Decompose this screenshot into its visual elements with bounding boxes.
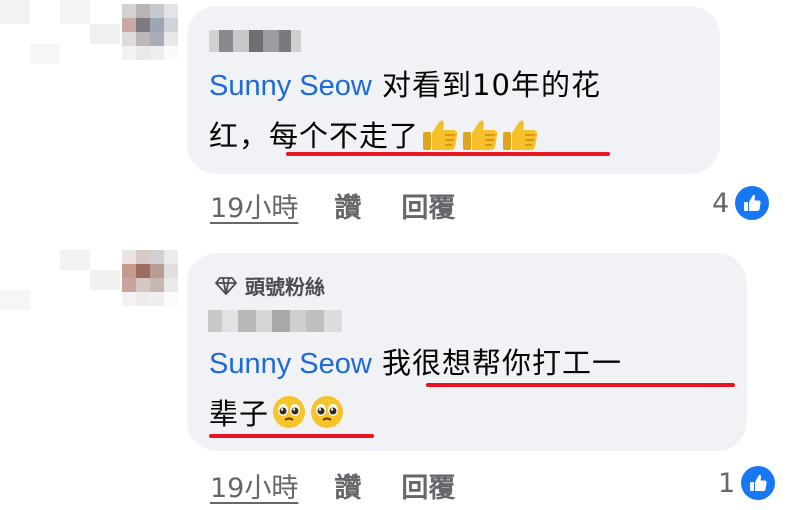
blurred-background <box>0 0 135 510</box>
timestamp-link[interactable]: 19小時 <box>210 466 298 505</box>
underlined-text: 每个不走了 <box>269 119 420 153</box>
red-underline <box>426 383 735 387</box>
comment-text: Sunny Seow 我很想帮你打工一 辈子 <box>209 338 739 445</box>
comment-text-line: 对看到10年的花 <box>371 68 601 102</box>
red-underline <box>286 152 610 156</box>
thumbs-up-emoji <box>461 117 499 167</box>
like-button[interactable]: 讚 <box>334 186 361 225</box>
thumbs-up-emoji <box>421 117 459 167</box>
reaction-summary[interactable]: 4 <box>712 186 770 220</box>
reply-button[interactable]: 回覆 <box>401 186 455 225</box>
reaction-count: 4 <box>712 187 730 219</box>
badge-label: 頭號粉絲 <box>245 275 325 299</box>
comment-text: Sunny Seow 对看到10年的花 红，每个不走了 <box>209 60 709 167</box>
like-button[interactable]: 讚 <box>334 466 361 505</box>
avatar[interactable] <box>122 4 178 60</box>
red-underline <box>209 434 374 438</box>
mention-link[interactable]: Sunny Seow <box>209 70 372 102</box>
underlined-text: 辈子 <box>209 397 270 431</box>
like-reaction-icon <box>741 466 776 500</box>
reply-button[interactable]: 回覆 <box>401 466 455 505</box>
thumbs-up-emoji <box>501 117 539 167</box>
blurred-author-name <box>208 310 342 332</box>
comment-actions: 19小時 讚 回覆 <box>210 186 495 225</box>
comment-text-line: 红， <box>209 119 270 153</box>
avatar[interactable] <box>122 250 178 306</box>
reaction-summary[interactable]: 1 <box>718 466 776 500</box>
mention-link[interactable]: Sunny Seow <box>209 348 372 380</box>
underlined-text: 我很想帮你打工一 <box>382 346 623 380</box>
blurred-author-name <box>209 30 301 52</box>
comment-actions: 19小時 讚 回覆 <box>210 466 495 505</box>
top-fan-badge: 頭號粉絲 <box>215 271 325 300</box>
diamond-icon <box>215 276 237 295</box>
reaction-count: 1 <box>718 467 736 499</box>
like-reaction-icon <box>735 186 770 220</box>
timestamp-link[interactable]: 19小時 <box>210 186 298 225</box>
